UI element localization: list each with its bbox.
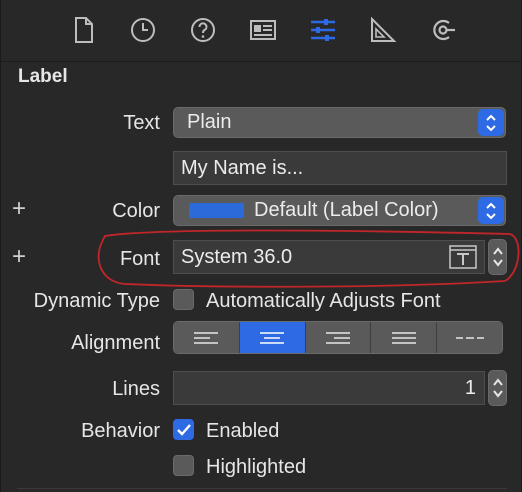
lines-stepper[interactable] — [488, 370, 507, 406]
align-natural-button[interactable] — [437, 322, 502, 353]
connections-icon[interactable] — [426, 13, 460, 47]
highlighted-checkbox[interactable] — [173, 455, 194, 476]
inspector-toolbar — [1, 0, 522, 62]
color-label: Color — [112, 200, 160, 222]
font-label: Font — [119, 248, 160, 270]
align-center-button[interactable] — [239, 322, 306, 353]
behavior-label: Behavior — [81, 420, 160, 442]
size-icon[interactable] — [366, 13, 400, 47]
attributes-icon[interactable] — [306, 13, 340, 47]
lines-value: 1 — [464, 376, 476, 399]
checkmark-icon — [176, 423, 191, 436]
help-icon[interactable] — [186, 13, 220, 47]
align-justified-icon — [391, 331, 416, 344]
identity-icon[interactable] — [246, 13, 280, 47]
add-color-variation-icon[interactable]: + — [12, 197, 26, 221]
toolbar-divider — [1, 61, 522, 62]
text-content-value: My Name is... — [181, 156, 304, 179]
enabled-checkbox-label: Enabled — [206, 420, 280, 442]
alignment-segmented-control[interactable] — [173, 321, 503, 354]
alignment-label: Alignment — [71, 332, 160, 354]
align-left-button[interactable] — [174, 322, 240, 353]
enabled-checkbox[interactable] — [173, 419, 194, 440]
text-style-popup[interactable]: Plain — [173, 107, 506, 138]
section-title: Label — [18, 66, 68, 87]
align-right-icon — [325, 331, 350, 344]
section-divider — [17, 488, 507, 489]
add-font-variation-icon[interactable]: + — [12, 245, 26, 269]
align-left-icon — [194, 331, 219, 344]
file-icon[interactable] — [66, 13, 100, 47]
text-label: Text — [123, 112, 160, 134]
font-picker-icon[interactable] — [449, 245, 477, 274]
lines-label: Lines — [112, 378, 160, 400]
align-natural-icon — [455, 336, 484, 339]
color-swatch — [189, 203, 244, 218]
dynamic-type-checkbox-label: Automatically Adjusts Font — [206, 290, 441, 312]
highlighted-checkbox-label: Highlighted — [206, 456, 307, 478]
text-style-value: Plain — [187, 111, 232, 133]
dynamic-type-checkbox[interactable] — [173, 289, 194, 310]
font-value: System 36.0 — [181, 245, 293, 268]
align-justified-button[interactable] — [371, 322, 438, 353]
text-content-field[interactable]: My Name is... — [173, 151, 507, 185]
align-center-icon — [260, 331, 285, 344]
align-right-button[interactable] — [305, 322, 372, 353]
color-value: Default (Label Color) — [254, 199, 439, 221]
history-icon[interactable] — [126, 13, 160, 47]
chevron-updown-icon — [478, 109, 504, 136]
font-size-stepper[interactable] — [488, 239, 507, 275]
color-popup[interactable]: Default (Label Color) — [173, 195, 506, 226]
dynamic-type-label: Dynamic Type — [33, 290, 160, 312]
lines-field[interactable]: 1 — [173, 371, 485, 405]
font-field[interactable]: System 36.0 — [173, 240, 485, 274]
attributes-inspector-panel: Label Text Plain My Name is... + Color D… — [0, 0, 522, 492]
chevron-updown-icon — [478, 197, 504, 224]
